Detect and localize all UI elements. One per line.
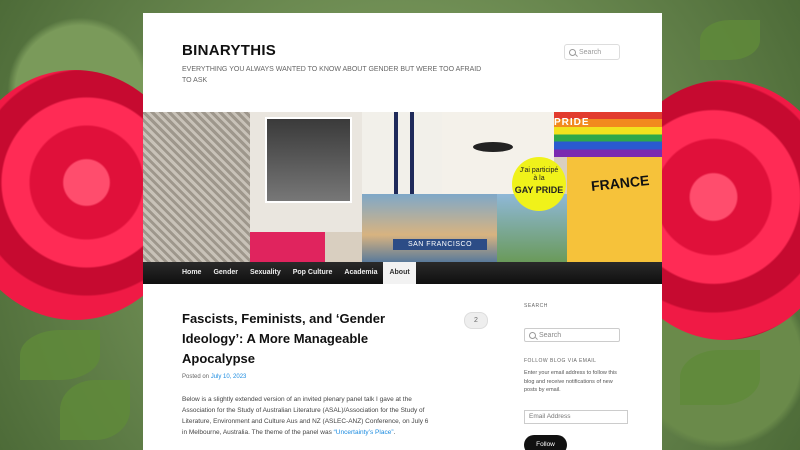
uncertainty-place-link[interactable]: “Uncertainty’s Place” bbox=[334, 429, 394, 436]
background-leaf bbox=[700, 20, 760, 60]
main-nav: Home Gender Sexuality Pop Culture Academ… bbox=[143, 262, 662, 284]
posted-date-link[interactable]: July 10, 2023 bbox=[211, 374, 247, 380]
sidebar-search-input[interactable]: Search bbox=[524, 328, 620, 342]
collage-city-tile bbox=[362, 194, 497, 262]
header-search-input[interactable]: Search bbox=[564, 44, 620, 60]
search-icon bbox=[569, 48, 576, 56]
posted-prefix: Posted on bbox=[182, 374, 211, 380]
badge-line2: à la bbox=[533, 175, 545, 182]
follow-button[interactable]: Follow bbox=[524, 435, 567, 450]
site-tagline: EVERYTHING YOU ALWAYS WANTED TO KNOW ABO… bbox=[182, 66, 482, 84]
nav-item-sexuality[interactable]: Sexuality bbox=[244, 262, 287, 284]
background-leaf bbox=[20, 330, 100, 380]
article-body: Below is a slightly extended version of … bbox=[182, 394, 434, 438]
nav-item-home[interactable]: Home bbox=[176, 262, 207, 284]
badge-line3: GAY PRIDE bbox=[514, 185, 564, 195]
page-container: BINARYTHIS EVERYTHING YOU ALWAYS WANTED … bbox=[143, 13, 662, 450]
site-title[interactable]: BINARYTHIS bbox=[182, 42, 276, 59]
collage-owl-tile bbox=[143, 112, 250, 262]
follow-blog-description: Enter your email address to follow this … bbox=[524, 370, 617, 393]
email-address-field[interactable]: Email Address bbox=[524, 410, 628, 424]
posted-on: Posted on July 10, 2023 bbox=[182, 374, 246, 380]
nav-item-about[interactable]: About bbox=[383, 262, 416, 284]
collage-eye-shape bbox=[473, 142, 513, 152]
collage-photo-tile bbox=[265, 117, 352, 203]
background-leaf bbox=[60, 380, 130, 440]
sidebar-search-placeholder: Search bbox=[539, 331, 562, 339]
background-leaf bbox=[680, 350, 760, 405]
article-body-end: . bbox=[393, 429, 396, 436]
header-search-placeholder: Search bbox=[579, 48, 602, 56]
search-icon bbox=[529, 331, 536, 339]
san-francisco-label: SAN FRANCISCO bbox=[393, 239, 487, 250]
collage-stripes-tile bbox=[362, 112, 442, 194]
nav-item-pop-culture[interactable]: Pop Culture bbox=[287, 262, 339, 284]
collage-pride-text: PRIDE bbox=[554, 117, 590, 128]
collage-pink-tile bbox=[250, 232, 325, 262]
comment-count-bubble[interactable]: 2 bbox=[464, 312, 488, 329]
nav-item-academia[interactable]: Academia bbox=[338, 262, 383, 284]
nav-item-gender[interactable]: Gender bbox=[207, 262, 244, 284]
badge-line1: J'ai participé bbox=[519, 167, 559, 174]
article-title[interactable]: Fascists, Feminists, and ‘Gender Ideolog… bbox=[182, 309, 422, 369]
gay-pride-badge: J'ai participé à la GAY PRIDE bbox=[512, 157, 566, 211]
follow-blog-heading: FOLLOW BLOG VIA EMAIL bbox=[524, 358, 597, 364]
sidebar-search-heading: SEARCH bbox=[524, 303, 548, 309]
